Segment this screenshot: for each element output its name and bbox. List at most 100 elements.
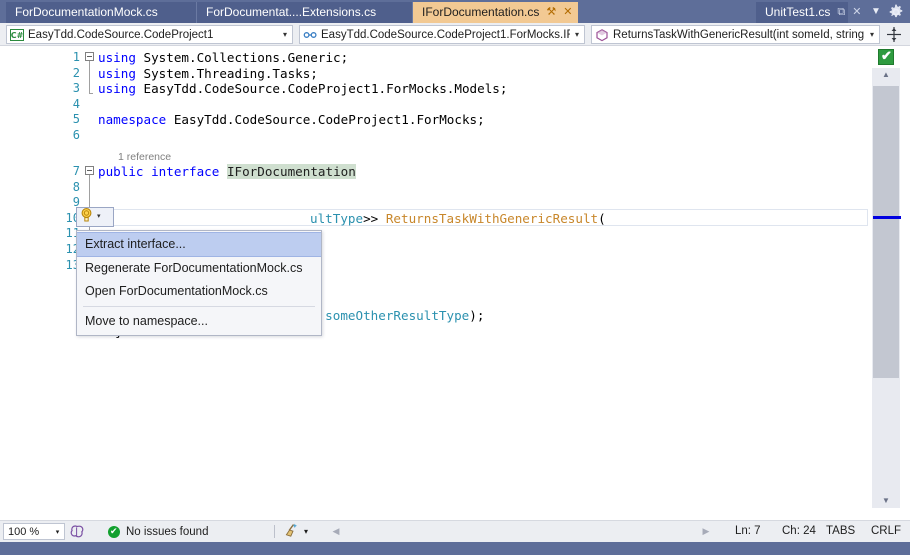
- menu-item-regenerate-mock[interactable]: Regenerate ForDocumentationMock.cs: [77, 257, 321, 280]
- tab-label: ForDocumentationMock.cs: [15, 5, 158, 19]
- chevron-down-icon[interactable]: ▾: [51, 528, 64, 536]
- status-bar: 100 % ▾ No issues found ▾ ◀: [0, 520, 910, 542]
- codelens-reference-count[interactable]: 1 reference: [118, 151, 171, 164]
- outline-guide-foot: [89, 93, 93, 94]
- chevron-down-icon[interactable]: ▾: [304, 527, 308, 536]
- zoom-level-value: 100 %: [8, 525, 40, 538]
- issues-status-indicator[interactable]: No issues found: [108, 521, 208, 542]
- line-number: 6: [72, 128, 80, 142]
- code-token: System.Collections.Generic;: [135, 50, 349, 65]
- code-token: someOtherResultType: [325, 308, 470, 323]
- menu-item-move-to-namespace[interactable]: Move to namespace...: [77, 310, 321, 333]
- intellicode-icon[interactable]: [69, 524, 85, 540]
- chevron-down-icon[interactable]: ▾: [865, 30, 879, 39]
- code-token: >>: [363, 211, 386, 226]
- document-tab-strip: ForDocumentationMock.cs ForDocumentat...…: [0, 0, 910, 23]
- line-number: 3: [72, 81, 80, 96]
- navbar-project-dropdown[interactable]: C# EasyTdd.CodeSource.CodeProject1 ▾: [6, 25, 293, 44]
- horizontal-scroll-left-arrow-icon[interactable]: ◀: [330, 525, 342, 538]
- close-icon[interactable]: ✕: [563, 2, 572, 23]
- line-number: 1: [72, 50, 80, 64]
- code-editor[interactable]: 1 2 3 4 5 6 7 8 9 10 11 12 13 1 referenc…: [0, 46, 910, 520]
- line-number: 13: [65, 257, 80, 272]
- line-number: 5: [72, 112, 80, 127]
- code-line-5[interactable]: namespace EasyTdd.CodeSource.CodeProject…: [98, 112, 485, 128]
- code-token: using: [98, 65, 136, 81]
- code-line-2[interactable]: using System.Threading.Tasks;: [98, 66, 318, 82]
- lightbulb-icon[interactable]: ▾: [76, 207, 114, 227]
- code-cleanup-button[interactable]: ▾: [283, 523, 308, 540]
- code-token: EasyTdd.CodeSource.CodeProject1.ForMocks…: [135, 81, 508, 97]
- code-token: (: [598, 211, 606, 226]
- code-token: ultType: [310, 211, 364, 226]
- visual-studio-window: ForDocumentationMock.cs ForDocumentat...…: [0, 0, 910, 555]
- tab-fordocumentationmock[interactable]: ForDocumentationMock.cs: [6, 2, 196, 23]
- status-separator: [274, 525, 275, 538]
- document-health-check-icon[interactable]: ✔: [878, 48, 894, 65]
- editor-text-surface[interactable]: 1 2 3 4 5 6 7 8 9 10 11 12 13 1 referenc…: [0, 46, 868, 520]
- scroll-up-arrow-icon[interactable]: ▲: [872, 68, 900, 82]
- line-number: 12: [65, 242, 80, 256]
- navbar-member-dropdown[interactable]: ReturnsTaskWithGenericResult(int someId,…: [591, 25, 880, 44]
- preview-tab-icon[interactable]: ⧉: [837, 2, 845, 23]
- issues-status-text: No issues found: [126, 525, 209, 538]
- quick-actions-context-menu[interactable]: Extract interface... Regenerate ForDocum…: [76, 230, 322, 336]
- code-line-7[interactable]: public interface IForDocumentation: [98, 164, 356, 180]
- code-token: );: [469, 308, 485, 323]
- code-token-method-name: ReturnsTaskWithGenericResult: [385, 211, 599, 226]
- menu-separator: [83, 306, 315, 307]
- scrollbar-thumb[interactable]: [873, 86, 901, 378]
- interface-icon: [303, 28, 317, 42]
- code-token: EasyTdd.CodeSource.CodeProject1.ForMocks…: [166, 112, 485, 128]
- broom-icon: [283, 522, 299, 541]
- chevron-down-icon[interactable]: ▾: [570, 30, 584, 39]
- scroll-down-arrow-icon[interactable]: ▼: [872, 494, 900, 508]
- status-line-endings: CRLF: [871, 525, 902, 537]
- line-number: 9: [72, 195, 80, 210]
- tab-ifordocumentation[interactable]: IForDocumentation.cs ⚒ ✕: [413, 2, 578, 23]
- code-token: using: [98, 81, 136, 97]
- code-line-3[interactable]: using EasyTdd.CodeSource.CodeProject1.Fo…: [98, 81, 507, 97]
- line-number: 8: [72, 179, 80, 194]
- navbar-type-dropdown[interactable]: EasyTdd.CodeSource.CodeProject1.ForMocks…: [299, 25, 585, 44]
- collapse-region-toggle[interactable]: [85, 52, 94, 61]
- pin-icon[interactable]: ⚒: [546, 2, 556, 23]
- gear-icon[interactable]: [887, 3, 905, 21]
- code-line-12[interactable]: e someOtherResultType);: [310, 308, 484, 324]
- collapse-region-toggle[interactable]: [85, 166, 94, 175]
- tab-label: ForDocumentat....Extensions.cs: [206, 5, 377, 19]
- split-window-icon[interactable]: [884, 25, 904, 44]
- changed-line-marker: [873, 216, 901, 219]
- tab-label: IForDocumentation.cs: [422, 5, 540, 19]
- line-number-gutter: 1 2 3 4 5 6 7 8 9 10 11 12 13: [0, 46, 80, 520]
- chevron-down-icon[interactable]: ▾: [278, 30, 292, 39]
- horizontal-scroll-right-arrow-icon[interactable]: ▶: [700, 525, 712, 538]
- svg-text:C#: C#: [11, 31, 24, 40]
- tab-fordocumentation-extensions[interactable]: ForDocumentat....Extensions.cs: [197, 2, 412, 23]
- code-token: namespace: [98, 112, 167, 128]
- tab-label: UnitTest1.cs: [765, 5, 831, 19]
- status-column-number: Ch: 24: [782, 525, 816, 537]
- zoom-level-dropdown[interactable]: 100 % ▾: [3, 523, 65, 540]
- lightbulb-glyph: [79, 207, 94, 228]
- code-line-1[interactable]: using System.Collections.Generic;: [98, 50, 348, 66]
- menu-item-open-mock[interactable]: Open ForDocumentationMock.cs: [77, 280, 321, 303]
- close-icon[interactable]: ✕: [852, 2, 861, 23]
- code-token: interface: [151, 164, 220, 179]
- menu-item-extract-interface[interactable]: Extract interface...: [77, 232, 321, 257]
- line-number: 11: [65, 226, 80, 241]
- chevron-down-icon[interactable]: ▼: [868, 4, 884, 20]
- chevron-down-icon[interactable]: ▾: [97, 208, 101, 226]
- code-token-interface-name: IForDocumentation: [226, 164, 356, 179]
- tab-unittest1[interactable]: UnitTest1.cs ⧉ ✕: [756, 2, 861, 23]
- line-number: 4: [72, 96, 80, 111]
- csharp-project-icon: C#: [10, 28, 24, 42]
- code-token: System.Threading.Tasks;: [135, 65, 318, 81]
- navbar-type-value: EasyTdd.CodeSource.CodeProject1.ForMocks…: [321, 28, 570, 41]
- check-glyph: ✔: [881, 48, 892, 63]
- code-token: using: [98, 50, 136, 65]
- vertical-scrollbar[interactable]: ▲ ▼: [872, 68, 901, 508]
- line-number: 10: [65, 210, 80, 225]
- code-line-9[interactable]: ultType>> ReturnsTaskWithGenericResult(: [310, 211, 606, 227]
